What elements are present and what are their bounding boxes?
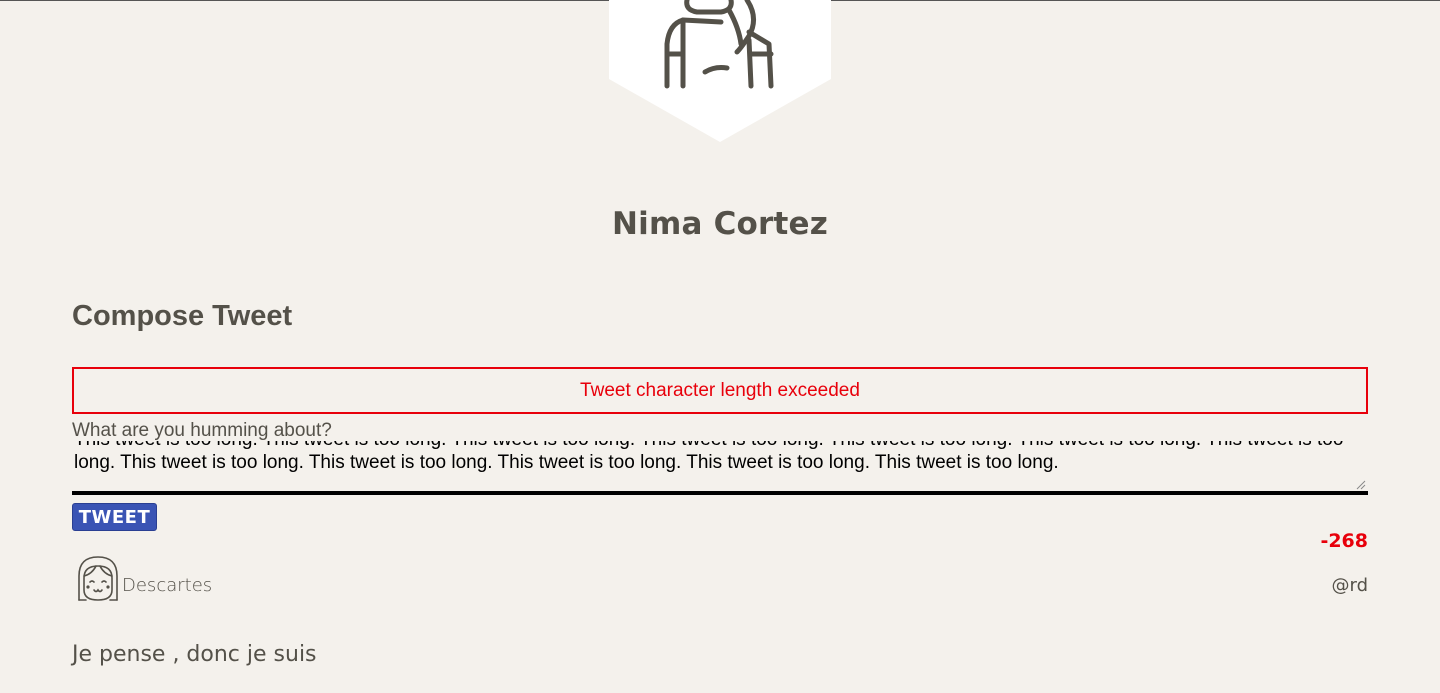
tweet-textarea[interactable]: This tweet is too long. This tweet is to…	[72, 441, 1368, 492]
tweet-content: Je pense , donc je suis	[72, 642, 317, 667]
tweet-author-handle: @rd	[1331, 575, 1368, 596]
tweet-textarea-label: What are you humming about?	[72, 420, 332, 441]
error-message: Tweet character length exceeded	[72, 367, 1368, 414]
person-back-icon	[609, 0, 831, 142]
profile-name: Nima Cortez	[611, 206, 828, 242]
resize-grip-icon[interactable]	[1356, 480, 1366, 490]
profile-avatar-badge	[609, 0, 831, 142]
tweet-author-avatar	[74, 554, 122, 604]
tweet-textarea-container: This tweet is too long. This tweet is to…	[72, 441, 1368, 492]
compose-title: Compose Tweet	[72, 300, 293, 332]
smiling-face-icon	[78, 556, 118, 601]
tweet-author-name: Descartes	[122, 575, 213, 596]
character-counter: -268	[1320, 530, 1368, 552]
textarea-underline	[72, 491, 1368, 495]
tweet-button[interactable]: TWEET	[72, 503, 157, 531]
error-message-text: Tweet character length exceeded	[580, 379, 860, 401]
